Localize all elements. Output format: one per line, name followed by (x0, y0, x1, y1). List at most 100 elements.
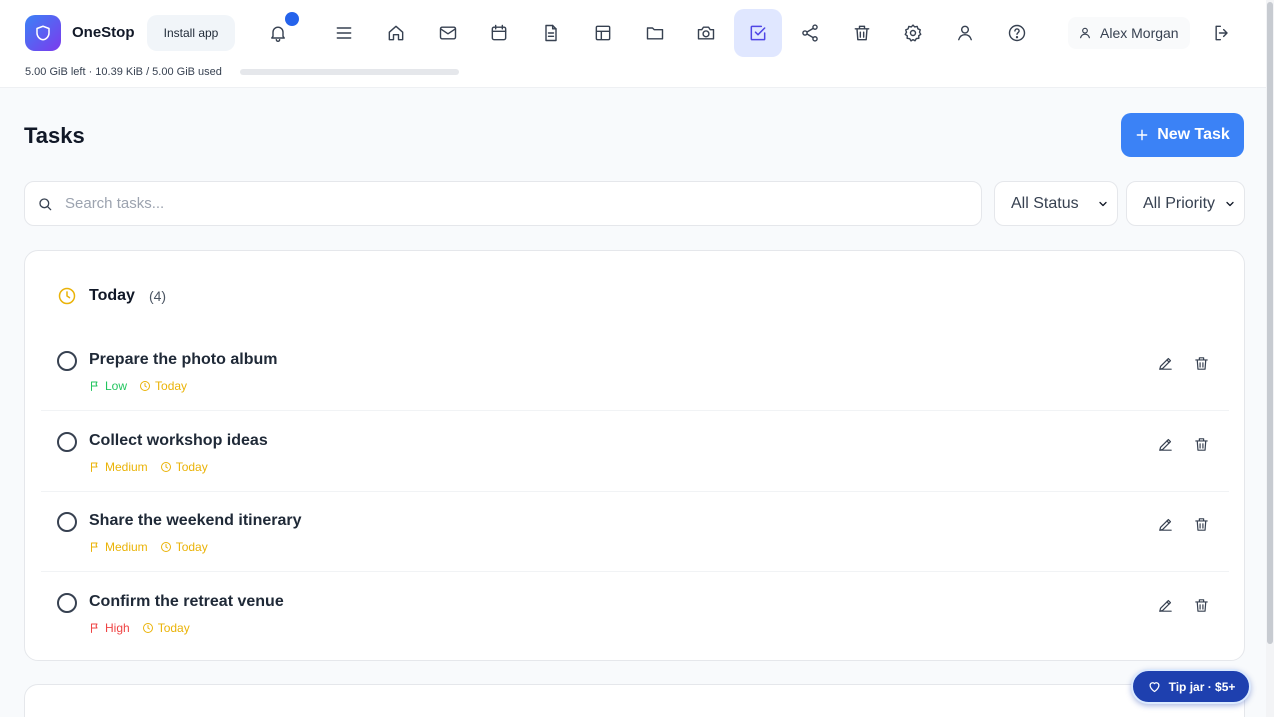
delete-icon[interactable] (1191, 434, 1211, 454)
app-name: OneStop (72, 24, 135, 41)
user-icon[interactable] (941, 9, 989, 57)
plus-icon (1135, 128, 1149, 142)
task-complete-checkbox[interactable] (57, 351, 77, 371)
settings-icon[interactable] (889, 9, 937, 57)
group-title: Today (89, 287, 135, 304)
tip-jar-button[interactable]: Tip jar · $5+ (1131, 669, 1251, 704)
heart-icon (1147, 679, 1162, 694)
table-icon[interactable] (579, 9, 627, 57)
task-due-label: Today (175, 460, 208, 474)
task-row[interactable]: Collect workshop ideas Medium Today (41, 412, 1229, 492)
document-icon[interactable] (527, 9, 575, 57)
task-meta: High Today (89, 621, 190, 635)
user-menu[interactable]: Alex Morgan (1068, 17, 1190, 49)
calendar-icon[interactable] (475, 9, 523, 57)
user-icon (1078, 26, 1092, 40)
task-priority: Medium (89, 540, 148, 554)
folder-icon[interactable] (631, 9, 679, 57)
new-task-button[interactable]: New Task (1121, 113, 1244, 157)
mail-icon[interactable] (424, 9, 472, 57)
storage-usage-text: 5.00 GiB left · 10.39 KiB / 5.00 GiB use… (25, 66, 222, 78)
task-priority: Low (89, 379, 127, 393)
chevron-down-icon (1224, 198, 1236, 210)
task-row[interactable]: Confirm the retreat venue High Today (41, 573, 1229, 653)
task-priority: High (89, 621, 130, 635)
tasks-icon[interactable] (734, 9, 782, 57)
new-task-label: New Task (1157, 126, 1230, 143)
trash-icon[interactable] (838, 9, 886, 57)
status-filter-value: All Status (1011, 194, 1079, 212)
flag-icon (89, 461, 101, 473)
task-meta: Low Today (89, 379, 187, 393)
shield-logo-icon[interactable] (25, 15, 61, 51)
task-title: Confirm the retreat venue (89, 593, 284, 610)
task-due: Today (160, 540, 208, 554)
logout-icon[interactable] (1204, 17, 1240, 49)
search-icon (37, 196, 53, 212)
task-priority-label: Medium (105, 460, 148, 474)
flag-icon (89, 541, 101, 553)
task-group-card: Today (4) Prepare the photo album Low To… (24, 250, 1245, 661)
clock-icon (142, 622, 154, 634)
edit-icon[interactable] (1155, 353, 1175, 373)
clock-icon (160, 461, 172, 473)
home-icon[interactable] (372, 9, 420, 57)
group-count: (4) (148, 288, 167, 304)
task-actions (1155, 514, 1211, 534)
task-meta: Medium Today (89, 460, 208, 474)
chevron-down-icon (1097, 198, 1109, 210)
task-priority-label: Low (105, 379, 128, 393)
search-input[interactable] (65, 195, 981, 212)
task-complete-checkbox[interactable] (57, 512, 77, 532)
edit-icon[interactable] (1155, 595, 1175, 615)
task-complete-checkbox[interactable] (57, 593, 77, 613)
camera-icon[interactable] (682, 9, 730, 57)
help-icon[interactable] (993, 9, 1041, 57)
menu-icon[interactable] (320, 9, 368, 57)
delete-icon[interactable] (1191, 595, 1211, 615)
task-priority-label: High (105, 621, 130, 635)
install-app-button[interactable]: Install app (147, 15, 235, 51)
priority-filter-select[interactable]: All Priority (1126, 181, 1245, 226)
flag-icon (89, 380, 101, 392)
edit-icon[interactable] (1155, 514, 1175, 534)
task-due: Today (160, 460, 208, 474)
delete-icon[interactable] (1191, 514, 1211, 534)
user-name: Alex Morgan (1100, 25, 1179, 41)
clock-icon (139, 380, 151, 392)
tip-jar-label: Tip jar · $5+ (1168, 679, 1236, 694)
edit-icon[interactable] (1155, 434, 1175, 454)
notification-dot (285, 12, 299, 26)
task-row[interactable]: Prepare the photo album Low Today (41, 331, 1229, 411)
task-group-card (24, 684, 1245, 717)
task-title: Collect workshop ideas (89, 432, 268, 449)
search-box (24, 181, 982, 226)
task-due-label: Today (157, 621, 190, 635)
status-filter-select[interactable]: All Status (994, 181, 1118, 226)
task-due-label: Today (175, 540, 208, 554)
delete-icon[interactable] (1191, 353, 1211, 373)
task-due: Today (142, 621, 190, 635)
group-header: Today (4) (57, 286, 166, 306)
task-complete-checkbox[interactable] (57, 432, 77, 452)
storage-progress-bar (240, 69, 459, 75)
clock-icon (160, 541, 172, 553)
task-priority: Medium (89, 460, 148, 474)
app-header: OneStop Install app Alex Morgan 5.00 GiB… (0, 0, 1266, 88)
task-actions (1155, 434, 1211, 454)
task-meta: Medium Today (89, 540, 208, 554)
priority-filter-value: All Priority (1143, 194, 1216, 212)
task-due: Today (139, 379, 187, 393)
task-actions (1155, 353, 1211, 373)
task-title: Prepare the photo album (89, 351, 278, 368)
share-icon[interactable] (786, 9, 834, 57)
clock-icon (57, 286, 77, 306)
task-actions (1155, 595, 1211, 615)
task-title: Share the weekend itinerary (89, 512, 302, 529)
task-due-label: Today (155, 379, 188, 393)
task-row[interactable]: Share the weekend itinerary Medium Today (41, 492, 1229, 572)
task-priority-label: Medium (105, 540, 148, 554)
scrollbar-thumb[interactable] (1267, 2, 1273, 644)
flag-icon (89, 622, 101, 634)
page-title: Tasks (24, 123, 85, 148)
